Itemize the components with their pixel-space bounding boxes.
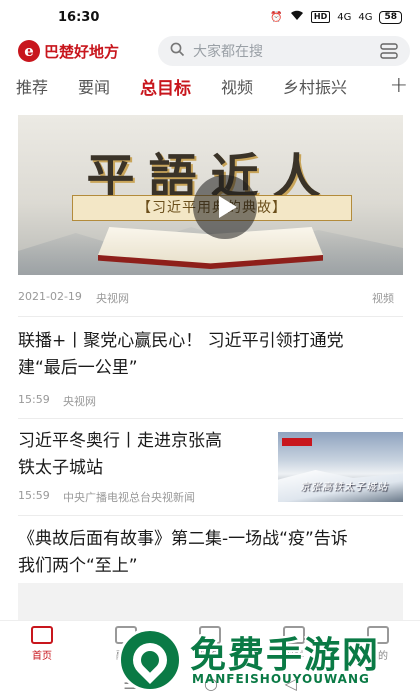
- add-channel-icon[interactable]: +: [390, 73, 408, 98]
- watermark-logo-icon: [118, 628, 182, 692]
- battery-icon: 58: [379, 10, 402, 24]
- search-placeholder: 大家都在搜: [193, 44, 263, 60]
- article-title-line: 联播+丨聚党心赢民心！ 习近平引领打通党: [18, 331, 344, 351]
- play-button[interactable]: [193, 175, 257, 239]
- search-input[interactable]: 大家都在搜: [158, 36, 410, 66]
- signal-icon-2: 4G: [358, 11, 373, 23]
- category-tabs: 推荐 要闻 总目标 视频 乡村振兴 +: [0, 68, 420, 104]
- nav-label: 首页: [32, 650, 52, 662]
- article-image-placeholder[interactable]: [18, 583, 403, 623]
- article-source: 央视网: [63, 395, 96, 408]
- play-icon: [219, 196, 237, 218]
- tab-fade: [350, 68, 390, 104]
- article-title-line: 铁太子城站: [18, 458, 103, 478]
- status-time: 16:30: [58, 9, 100, 25]
- article-time: 15:59: [18, 489, 50, 502]
- video-type-label: 视频: [372, 292, 394, 305]
- app-logo[interactable]: e 巴楚好地方: [18, 40, 152, 62]
- watermark-subtitle: MANFEISHOUYOUWANG: [192, 672, 370, 686]
- hd-badge: HD: [310, 11, 331, 23]
- article-title[interactable]: 习近平冬奥行丨走进京张高 铁太子城站: [18, 428, 263, 482]
- article-source: 中央广播电视总台央视新闻: [63, 491, 195, 504]
- tab-recommend[interactable]: 推荐: [16, 74, 48, 99]
- watermark-title: 免费手游网: [190, 635, 381, 676]
- signal-icon: 4G: [337, 11, 352, 23]
- article-time: 15:59: [18, 393, 50, 406]
- alarm-icon: ⏰: [270, 11, 283, 23]
- video-date: 2021-02-19: [18, 290, 82, 303]
- search-icon: [170, 42, 185, 61]
- article-title-line: 《典故后面有故事》第二集-一场战“疫”告诉: [18, 529, 348, 549]
- status-bar: 16:30 ⏰ HD 4G 4G 58: [0, 0, 420, 34]
- article-title[interactable]: 《典故后面有故事》第二集-一场战“疫”告诉 我们两个“至上”: [18, 526, 403, 580]
- home-news-icon: [31, 625, 53, 644]
- tab-headlines[interactable]: 要闻: [78, 74, 110, 99]
- nav-home[interactable]: 首页: [0, 621, 84, 666]
- divider: [18, 418, 403, 419]
- divider: [18, 316, 403, 317]
- article-title-line: 我们两个“至上”: [18, 556, 138, 576]
- article-title-line: 习近平冬奥行丨走进京张高: [18, 431, 222, 451]
- status-icons: ⏰ HD 4G 4G 58: [270, 10, 402, 24]
- app-name: 巴楚好地方: [44, 42, 120, 61]
- article-title-line: 建“最后一公里”: [18, 358, 138, 378]
- video-thumbnail[interactable]: 平語近人 【习近平用典的典故】: [18, 115, 403, 275]
- video-source: 央视网: [96, 292, 129, 305]
- logo-icon: e: [18, 40, 40, 62]
- watermark-leaf-icon: [125, 635, 175, 685]
- article-thumbnail[interactable]: 京张高铁太子城站: [278, 432, 403, 502]
- article-title[interactable]: 联播+丨聚党心赢民心！ 习近平引领打通党 建“最后一公里”: [18, 328, 403, 382]
- scan-icon[interactable]: [380, 43, 398, 59]
- thumbnail-badge: [282, 438, 312, 446]
- tab-overall-goal[interactable]: 总目标: [140, 74, 191, 99]
- tab-rural-revitalization[interactable]: 乡村振兴: [283, 74, 347, 99]
- tab-video[interactable]: 视频: [221, 74, 253, 99]
- watermark: 免费手游网 MANFEISHOUYOUWANG: [118, 622, 418, 698]
- thumbnail-caption: 京张高铁太子城站: [300, 482, 388, 493]
- divider: [18, 515, 403, 516]
- wifi-icon: [290, 10, 304, 24]
- app-header: e 巴楚好地方 大家都在搜: [0, 34, 420, 68]
